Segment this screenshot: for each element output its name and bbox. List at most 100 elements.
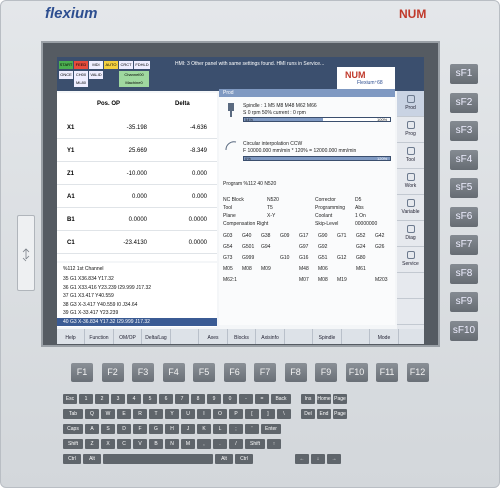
softkey-diag[interactable]: Diag (397, 221, 424, 247)
key[interactable]: ; (229, 424, 243, 434)
key[interactable]: 9 (207, 394, 221, 404)
program-line[interactable]: 36 G1 X33.416 Y23.239 I29.999 J17.32 (57, 284, 217, 292)
softkey-prod[interactable]: Prod (397, 91, 424, 117)
program-line[interactable]: 38 G3 X-3.417 Y40.559 I0 J34.64 (57, 301, 217, 309)
bottom-softkey-om-op[interactable]: OM/OP (114, 329, 142, 344)
key[interactable]: I (197, 409, 211, 419)
key[interactable]: W (101, 409, 115, 419)
key[interactable]: 5 (143, 394, 157, 404)
key[interactable]: Caps Lock (63, 424, 83, 434)
key[interactable]: Alt (83, 454, 101, 464)
key[interactable]: D (117, 424, 131, 434)
side-key-sf8[interactable]: sF8 (450, 263, 478, 284)
function-key-f9[interactable]: F9 (315, 363, 337, 382)
key[interactable]: End (317, 409, 331, 419)
key[interactable]: - (239, 394, 253, 404)
key[interactable]: Page Up (333, 394, 347, 404)
key[interactable]: 8 (191, 394, 205, 404)
function-key-f1[interactable]: F1 (71, 363, 93, 382)
key[interactable]: = (255, 394, 269, 404)
key[interactable]: Enter (261, 424, 281, 434)
function-key-f4[interactable]: F4 (162, 363, 185, 382)
key[interactable]: 0 (223, 394, 237, 404)
softkey-work[interactable]: Work (397, 169, 424, 195)
key[interactable]: F (133, 424, 147, 434)
key[interactable]: \ (277, 409, 291, 419)
bottom-softkey-help[interactable]: Help (57, 329, 85, 344)
key[interactable]: N (165, 439, 179, 449)
key[interactable]: 2 (95, 394, 109, 404)
bottom-softkey-blank10[interactable] (342, 329, 370, 344)
function-key-f5[interactable]: F5 (193, 363, 215, 382)
key[interactable]: 1 (79, 394, 93, 404)
softkey-variable[interactable]: Variable (397, 195, 424, 221)
key[interactable]: K (197, 424, 211, 434)
key[interactable]: ] (261, 409, 275, 419)
side-key-sf2[interactable]: sF2 (450, 92, 478, 113)
function-key-f6[interactable]: F6 (223, 363, 246, 382)
function-key-f10[interactable]: F10 (345, 363, 368, 382)
key[interactable]: Ins (301, 394, 315, 404)
key[interactable]: P (229, 409, 243, 419)
bottom-softkey-spindle[interactable]: Spindle (314, 329, 342, 344)
key[interactable]: H (165, 424, 179, 434)
bottom-softkey-function[interactable]: Function (86, 329, 114, 344)
key[interactable]: X (101, 439, 115, 449)
key[interactable]: Shift (63, 439, 83, 449)
key[interactable]: → (327, 454, 341, 464)
key[interactable]: L (213, 424, 227, 434)
key[interactable]: Ctrl (63, 454, 81, 464)
side-key-sf5[interactable]: sF5 (450, 178, 478, 198)
key[interactable]: Shift (245, 439, 265, 449)
softkey-service[interactable]: Service (397, 247, 424, 273)
key[interactable]: Y (165, 409, 179, 419)
key[interactable]: T (149, 409, 163, 419)
bottom-softkey-blank8[interactable] (285, 329, 313, 344)
program-line[interactable]: 37 G1 X3.417 Y40.559 (57, 292, 217, 300)
key[interactable]: Del (301, 409, 315, 419)
program-line[interactable]: 40 G3 X-36.834 Y17.32 I29.999 J17.32 (57, 317, 217, 326)
key[interactable]: 7 (175, 394, 189, 404)
function-key-f12[interactable]: F12 (406, 363, 429, 382)
key[interactable]: 4 (127, 394, 141, 404)
key[interactable]: C (117, 439, 131, 449)
key[interactable]: R (133, 409, 147, 419)
key[interactable] (103, 454, 213, 464)
side-key-sf1[interactable]: sF1 (450, 64, 478, 84)
key[interactable]: Z (85, 439, 99, 449)
key[interactable]: J (181, 424, 195, 434)
key[interactable]: ↑ (267, 439, 281, 449)
softkey-blank8[interactable] (397, 299, 424, 325)
key[interactable]: ← (295, 454, 309, 464)
bottom-softkey-axes[interactable]: Axes (200, 329, 228, 344)
key[interactable]: Ctrl (235, 454, 253, 464)
bottom-softkey-axisinfo[interactable]: Axisinfo (257, 329, 285, 344)
key[interactable]: V (133, 439, 147, 449)
key[interactable]: Back (271, 394, 291, 404)
key[interactable]: B (149, 439, 163, 449)
key[interactable]: A (85, 424, 99, 434)
function-key-f7[interactable]: F7 (254, 363, 276, 382)
key[interactable]: / (229, 439, 243, 449)
key[interactable]: O (213, 409, 227, 419)
bottom-softkey-blocks[interactable]: Blocks (228, 329, 256, 344)
side-key-sf4[interactable]: sF4 (450, 149, 478, 170)
key[interactable]: [ (245, 409, 259, 419)
function-key-f11[interactable]: F11 (376, 363, 398, 382)
function-key-f3[interactable]: F3 (132, 363, 154, 382)
side-key-sf6[interactable]: sF6 (450, 206, 478, 227)
key[interactable]: Home (317, 394, 331, 404)
key[interactable]: G (149, 424, 163, 434)
key[interactable]: Alt (215, 454, 233, 464)
key[interactable]: U (181, 409, 195, 419)
key[interactable]: S (101, 424, 115, 434)
bottom-softkey-mode[interactable]: Mode (371, 329, 399, 344)
key[interactable]: Page Down (333, 409, 347, 419)
key[interactable]: M (181, 439, 195, 449)
softkey-tool[interactable]: Tool (397, 143, 424, 169)
key[interactable]: . (213, 439, 227, 449)
key[interactable]: Tab (63, 409, 83, 419)
side-key-sf9[interactable]: sF9 (450, 292, 478, 312)
bottom-softkey-delta-lag[interactable]: Delta/Lag (143, 329, 171, 344)
function-key-f8[interactable]: F8 (284, 363, 307, 382)
